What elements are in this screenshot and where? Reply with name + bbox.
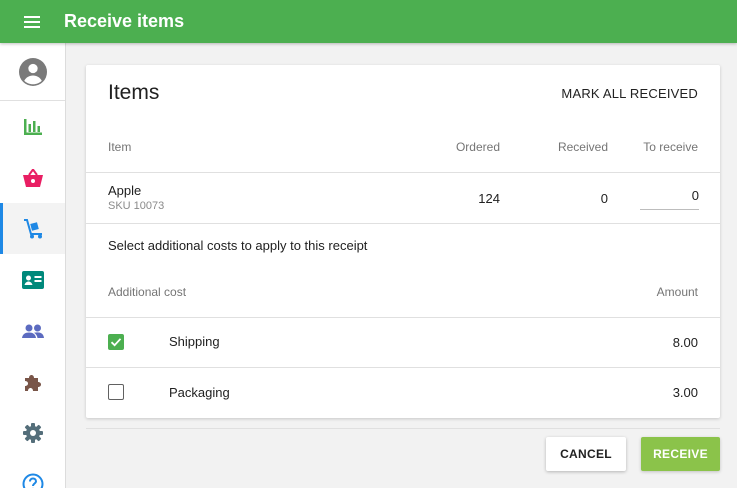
divider [86,317,720,318]
employees-icon [21,324,44,338]
item-received: 0 [600,191,608,206]
inventory-icon [23,218,42,238]
divider [86,367,720,368]
divider [86,428,720,429]
item-name: Apple [108,183,142,198]
sidebar-item-settings[interactable] [0,407,65,458]
integrations-icon [24,374,41,391]
cancel-button[interactable]: CANCEL [546,437,626,471]
additional-costs-prompt: Select additional costs to apply to this… [108,238,368,253]
receive-button[interactable]: RECEIVE [641,437,720,471]
cost-name: Packaging [169,385,230,400]
divider [86,172,720,173]
customers-icon [21,270,44,289]
item-sku: SKU 10073 [108,200,165,212]
sidebar-item-employees[interactable] [0,305,65,356]
sidebar [0,43,66,488]
sidebar-item-inventory[interactable] [0,203,65,254]
packaging-checkbox[interactable] [108,384,124,400]
to-receive-input[interactable] [640,182,699,210]
column-header-amount: Amount [656,285,698,299]
column-header-received: Received [557,140,608,154]
menu-button[interactable] [0,0,64,43]
basket-icon [22,168,43,187]
cost-amount: 8.00 [672,335,698,350]
app-bar: Receive items [0,0,737,43]
column-header-additional-cost: Additional cost [108,285,187,299]
sidebar-item-account[interactable] [0,43,65,101]
sidebar-item-integrations[interactable] [0,356,65,407]
item-ordered: 124 [478,191,500,206]
column-header-ordered: Ordered [455,140,500,154]
account-icon [18,57,47,86]
sidebar-item-customers[interactable] [0,254,65,305]
items-card: Items MARK ALL RECEIVED Item Ordered Rec… [86,65,720,418]
checkmark-icon [110,338,122,347]
cost-name: Shipping [169,334,220,349]
shipping-checkbox[interactable] [108,334,124,350]
sidebar-item-help[interactable] [0,458,65,488]
settings-icon [22,422,43,443]
reports-icon [23,118,42,135]
help-icon [22,473,43,488]
page-title: Receive items [64,11,185,31]
divider [86,223,720,224]
sidebar-item-reports[interactable] [0,101,65,152]
hamburger-menu-icon [24,15,40,28]
sidebar-item-sales[interactable] [0,152,65,203]
column-header-to-receive: To receive [643,140,698,154]
cost-amount: 3.00 [672,385,698,400]
column-header-item: Item [108,140,132,154]
card-title: Items [108,81,160,104]
mark-all-received-button[interactable]: MARK ALL RECEIVED [561,86,698,101]
